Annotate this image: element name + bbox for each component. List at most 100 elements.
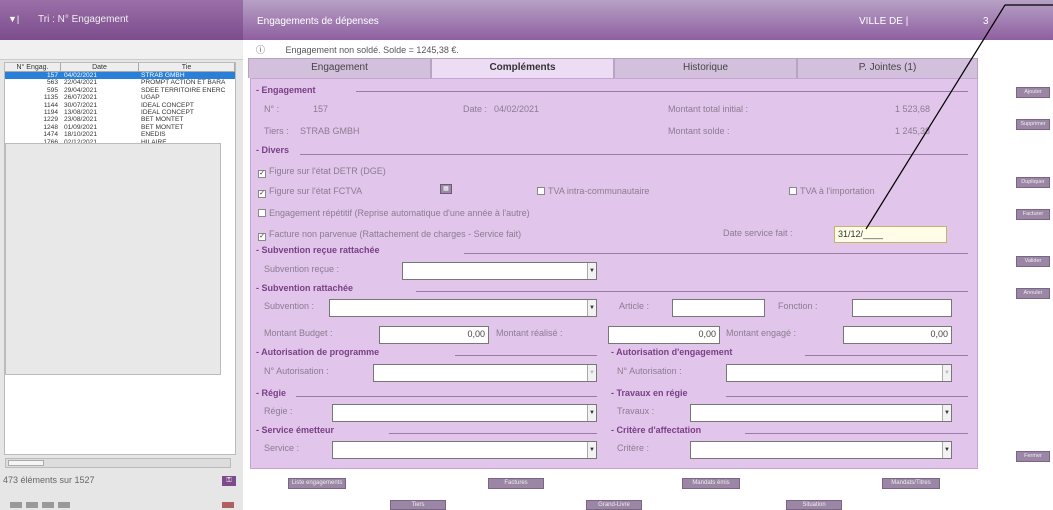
section-divers: - Divers [256, 145, 290, 155]
status-message: ⓘ Engagement non soldé. Solde = 1245,38 … [256, 43, 459, 56]
table-row[interactable]: 1194 13/08/2021 IDEAL CONCEPT [5, 109, 235, 116]
fonction-label: Fonction : [778, 301, 818, 311]
checkbox-checked-icon[interactable]: ✓ [258, 190, 266, 198]
table-row[interactable]: 1135 26/07/2021 UGAP [5, 94, 235, 101]
col-header-date[interactable]: Date [61, 63, 139, 71]
cell-num: 1248 [43, 123, 58, 131]
cell-tiers: UGAP [141, 94, 160, 102]
checkbox-fctva[interactable]: ✓ Figure sur l'état FCTVA [258, 186, 362, 198]
cell-num: 595 [46, 86, 58, 94]
annuler-button[interactable]: Annuler [1016, 288, 1050, 299]
sort-label[interactable]: Tri : N° Engagement [38, 14, 128, 25]
critere-label: Critère : [617, 443, 650, 453]
export-icon[interactable] [222, 502, 234, 508]
cell-num: 157 [46, 72, 58, 79]
horizontal-scrollbar[interactable] [5, 458, 231, 468]
menu-dropdown-icon[interactable]: ▼| [8, 14, 26, 28]
checkbox-checked-icon[interactable]: ✓ [258, 233, 266, 241]
checkbox-empty-icon[interactable] [789, 187, 797, 195]
dupliquer-button[interactable]: Dupliquer [1016, 177, 1050, 188]
supprimer-button[interactable]: Supprimer [1016, 119, 1050, 130]
article-input[interactable] [672, 299, 765, 317]
col-header-num[interactable]: N° Engag. [5, 63, 61, 71]
scroll-thumb[interactable] [8, 460, 44, 466]
montant-realise-input[interactable]: 0,00 [608, 326, 720, 344]
list-toolbar [0, 40, 243, 60]
checkbox-tva-import[interactable]: TVA à l'importation [789, 186, 875, 196]
situation-button[interactable]: Situation [786, 500, 842, 510]
table-row[interactable]: 1474 18/10/2021 ENEDIS [5, 131, 235, 138]
fonction-input[interactable] [852, 299, 952, 317]
cell-num: 1135 [43, 94, 58, 102]
valider-button[interactable]: Valider [1016, 256, 1050, 267]
last-page-icon[interactable] [58, 502, 70, 508]
table-row[interactable]: 595 29/04/2021 SDEE TERRITOIRE ENERC [5, 87, 235, 94]
list-empty-area [5, 143, 221, 375]
status-text: Engagement non soldé. Solde = 1245,38 €. [285, 45, 459, 55]
grand-livre-button[interactable]: Grand-Livre [586, 500, 642, 510]
section-divider [455, 355, 597, 356]
fermer-button[interactable]: Fermer [1016, 451, 1050, 462]
table-row[interactable]: 1144 30/07/2021 IDEAL CONCEPT [5, 102, 235, 109]
subvention-select[interactable]: ▼ [329, 299, 597, 317]
tab-engagement[interactable]: Engagement [248, 58, 431, 78]
montant-solde-value: 1 245,38 [895, 126, 931, 136]
table-row[interactable]: 1229 23/08/2021 BET MONTET [5, 116, 235, 123]
prev-page-icon[interactable] [26, 502, 38, 508]
tab-historique[interactable]: Historique [614, 58, 797, 78]
travaux-select[interactable]: ▼ [690, 404, 952, 422]
next-page-icon[interactable] [42, 502, 54, 508]
checkbox-checked-icon[interactable]: ✓ [258, 170, 266, 178]
calculator-icon[interactable]: ▦ [440, 184, 452, 194]
tab-complements[interactable]: Compléments [431, 58, 614, 78]
montant-solde-label: Montant solde : [668, 126, 730, 136]
regie-select[interactable]: ▼ [332, 404, 597, 422]
first-page-icon[interactable] [10, 502, 22, 508]
checkbox-detr[interactable]: ✓ Figure sur l'état DETR (DGE) [258, 166, 386, 178]
date-service-input[interactable]: 31/12/____ [834, 226, 947, 243]
section-divider [726, 396, 968, 397]
facturer-button[interactable]: Facturer [1016, 209, 1050, 220]
chevron-down-icon[interactable]: ▼ [587, 365, 596, 381]
chevron-down-icon[interactable]: ▼ [942, 365, 951, 381]
cell-num: 1144 [43, 101, 58, 109]
table-row[interactable]: 157 04/02/2021 STRAB GMBH [5, 72, 235, 80]
autorisation-programme-select[interactable]: ▼ [373, 364, 597, 382]
chevron-down-icon[interactable]: ▼ [587, 405, 596, 421]
travaux-label: Travaux : [617, 406, 655, 416]
autorisation-engagement-select[interactable]: ▼ [726, 364, 952, 382]
cell-date: 29/04/2021 [64, 86, 98, 94]
chevron-down-icon[interactable]: ▼ [587, 300, 596, 316]
montant-budget-input[interactable]: 0,00 [379, 326, 489, 344]
key-icon[interactable]: ⚿ [222, 476, 236, 486]
checkbox-tva-intra[interactable]: TVA intra-communautaire [537, 186, 649, 196]
section-engagement: - Engagement [256, 85, 316, 95]
chevron-down-icon[interactable]: ▼ [587, 442, 596, 458]
ajouter-button[interactable]: Ajouter [1016, 87, 1050, 98]
checkbox-repetitif[interactable]: Engagement répétitif (Reprise automatiqu… [258, 208, 530, 218]
factures-button[interactable]: Factures [488, 478, 544, 489]
chevron-down-icon[interactable]: ▼ [942, 442, 951, 458]
cell-tiers: ENEDIS [141, 131, 166, 139]
cell-tiers: PROMPT ACTION ET BARA [141, 79, 226, 87]
cell-tiers: SDEE TERRITOIRE ENERC [141, 86, 226, 94]
montant-engage-input[interactable]: 0,00 [843, 326, 952, 344]
checkbox-empty-icon[interactable] [537, 187, 545, 195]
col-header-tiers[interactable]: Tie [139, 63, 235, 71]
checkbox-facture-non-parvenue[interactable]: ✓ Facture non parvenue (Rattachement de c… [258, 229, 521, 241]
subvention-recue-select[interactable]: ▼ [402, 262, 597, 280]
cell-tiers: BET MONTET [141, 123, 184, 131]
table-row[interactable]: 563 22/04/2021 PROMPT ACTION ET BARA [5, 79, 235, 86]
service-select[interactable]: ▼ [332, 441, 597, 459]
chevron-down-icon[interactable]: ▼ [942, 405, 951, 421]
tab-pieces-jointes[interactable]: P. Jointes (1) [797, 58, 978, 78]
mandats-titres-button[interactable]: Mandats/Titres [882, 478, 940, 489]
chevron-down-icon[interactable]: ▼ [587, 263, 596, 279]
checkbox-empty-icon[interactable] [258, 209, 266, 217]
section-divider [296, 396, 597, 397]
table-row[interactable]: 1248 01/09/2021 BET MONTET [5, 124, 235, 131]
liste-engagements-button[interactable]: Liste engagements [288, 478, 346, 489]
tiers-button[interactable]: Tiers [390, 500, 446, 510]
critere-select[interactable]: ▼ [690, 441, 952, 459]
mandats-emis-button[interactable]: Mandats émis [682, 478, 740, 489]
